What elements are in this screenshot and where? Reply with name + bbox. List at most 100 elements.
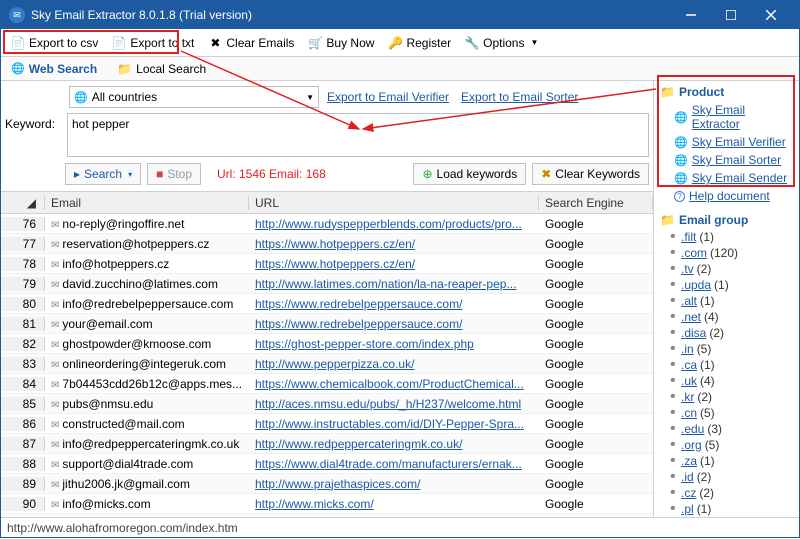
export-verifier-link[interactable]: Export to Email Verifier bbox=[327, 90, 449, 104]
table-row[interactable]: 76✉no-reply@ringoffire.nethttp://www.rud… bbox=[1, 214, 653, 234]
url-link[interactable]: http://www.latimes.com/nation/la-na-reap… bbox=[255, 277, 516, 291]
group-item[interactable]: •.edu (3) bbox=[660, 421, 793, 437]
tab-local-search[interactable]: 📁Local Search bbox=[111, 60, 212, 78]
table-row[interactable]: 83✉onlineordering@integeruk.comhttp://ww… bbox=[1, 354, 653, 374]
search-button[interactable]: ▸Search▾ bbox=[65, 163, 141, 185]
table-row[interactable]: 79✉david.zucchino@latimes.comhttp://www.… bbox=[1, 274, 653, 294]
url-link[interactable]: http://www.chillipeppersandwiches.com/ bbox=[255, 517, 466, 518]
group-item[interactable]: •.filt (1) bbox=[660, 229, 793, 245]
product-item[interactable]: ?Help document bbox=[660, 187, 793, 205]
row-search-engine: Google bbox=[539, 357, 653, 371]
group-item[interactable]: •.ca (1) bbox=[660, 357, 793, 373]
row-search-engine: Google bbox=[539, 377, 653, 391]
register-button[interactable]: 🔑Register bbox=[382, 33, 457, 53]
group-item[interactable]: •.com (120) bbox=[660, 245, 793, 261]
bullet-icon: • bbox=[670, 328, 678, 338]
group-item[interactable]: •.kr (2) bbox=[660, 389, 793, 405]
product-item[interactable]: 🌐Sky Email Extractor bbox=[660, 101, 793, 133]
options-button[interactable]: 🔧Options▼ bbox=[459, 33, 544, 53]
stop-button[interactable]: ■Stop bbox=[147, 163, 201, 185]
table-row[interactable]: 91✉info@chillipeppersandwiches.comhttp:/… bbox=[1, 514, 653, 517]
group-item[interactable]: •.uk (4) bbox=[660, 373, 793, 389]
group-item[interactable]: •.net (4) bbox=[660, 309, 793, 325]
group-ext: .uk bbox=[681, 374, 697, 388]
col-url[interactable]: URL bbox=[249, 196, 539, 210]
url-link[interactable]: https://www.hotpeppers.cz/en/ bbox=[255, 237, 415, 251]
bullet-icon: • bbox=[670, 264, 678, 274]
group-panel-title: Email group bbox=[679, 213, 748, 227]
table-row[interactable]: 85✉pubs@nmsu.eduhttp://aces.nmsu.edu/pub… bbox=[1, 394, 653, 414]
table-row[interactable]: 90✉info@micks.comhttp://www.micks.com/Go… bbox=[1, 494, 653, 514]
row-number: 83 bbox=[1, 357, 45, 371]
url-link[interactable]: http://www.instructables.com/id/DIY-Pepp… bbox=[255, 417, 524, 431]
close-button[interactable] bbox=[751, 1, 791, 29]
product-item-label: Sky Email Sorter bbox=[692, 153, 781, 167]
table-row[interactable]: 81✉your@email.comhttps://www.redrebelpep… bbox=[1, 314, 653, 334]
export-txt-label: Export to txt bbox=[130, 36, 194, 50]
tab-web-search[interactable]: 🌐Web Search bbox=[5, 60, 103, 78]
group-item[interactable]: •.org (5) bbox=[660, 437, 793, 453]
table-row[interactable]: 88✉support@dial4trade.comhttps://www.dia… bbox=[1, 454, 653, 474]
url-link[interactable]: https://www.redrebelpeppersauce.com/ bbox=[255, 317, 462, 331]
col-email[interactable]: Email bbox=[45, 196, 249, 210]
url-link[interactable]: https://ghost-pepper-store.com/index.php bbox=[255, 337, 474, 351]
row-email: ✉support@dial4trade.com bbox=[45, 457, 249, 471]
table-row[interactable]: 89✉jithu2006.jk@gmail.comhttp://www.praj… bbox=[1, 474, 653, 494]
url-link[interactable]: https://www.chemicalbook.com/ProductChem… bbox=[255, 377, 524, 391]
country-value: All countries bbox=[92, 90, 302, 104]
envelope-icon: ✉ bbox=[51, 280, 59, 291]
group-item[interactable]: •.in (5) bbox=[660, 341, 793, 357]
url-link[interactable]: http://www.prajethaspices.com/ bbox=[255, 477, 420, 491]
group-item[interactable]: •.pl (1) bbox=[660, 501, 793, 517]
product-item[interactable]: 🌐Sky Email Sender bbox=[660, 169, 793, 187]
group-item[interactable]: •.tv (2) bbox=[660, 261, 793, 277]
group-item[interactable]: •.upda (1) bbox=[660, 277, 793, 293]
table-row[interactable]: 87✉info@redpeppercateringmk.co.ukhttp://… bbox=[1, 434, 653, 454]
folder-icon: 📁 bbox=[660, 85, 675, 99]
grid-body[interactable]: 76✉no-reply@ringoffire.nethttp://www.rud… bbox=[1, 214, 653, 517]
url-link[interactable]: http://www.pepperpizza.co.uk/ bbox=[255, 357, 414, 371]
table-row[interactable]: 82✉ghostpowder@kmoose.comhttps://ghost-p… bbox=[1, 334, 653, 354]
wrench-icon: 🔧 bbox=[465, 36, 479, 50]
export-csv-button[interactable]: 📄Export to csv bbox=[5, 33, 104, 53]
minimize-button[interactable] bbox=[671, 1, 711, 29]
group-item[interactable]: •.za (1) bbox=[660, 453, 793, 469]
group-ext: .edu bbox=[681, 422, 704, 436]
product-item[interactable]: 🌐Sky Email Verifier bbox=[660, 133, 793, 151]
keyword-input[interactable] bbox=[67, 113, 649, 157]
url-link[interactable]: http://www.redpeppercateringmk.co.uk/ bbox=[255, 437, 462, 451]
col-number[interactable]: ◢ bbox=[1, 196, 45, 210]
group-item[interactable]: •.cn (5) bbox=[660, 405, 793, 421]
export-txt-button[interactable]: 📄Export to txt bbox=[106, 33, 200, 53]
group-item[interactable]: •.alt (1) bbox=[660, 293, 793, 309]
country-select[interactable]: 🌐 All countries ▼ bbox=[69, 86, 319, 108]
clear-keywords-button[interactable]: ✖Clear Keywords bbox=[532, 163, 649, 185]
table-row[interactable]: 86✉constructed@mail.comhttp://www.instru… bbox=[1, 414, 653, 434]
url-link[interactable]: http://www.rudyspepperblends.com/product… bbox=[255, 217, 522, 231]
tab-local-search-label: Local Search bbox=[136, 62, 206, 76]
table-row[interactable]: 80✉info@redrebelpeppersauce.comhttps://w… bbox=[1, 294, 653, 314]
url-link[interactable]: http://www.micks.com/ bbox=[255, 497, 374, 511]
url-link[interactable]: http://aces.nmsu.edu/pubs/_h/H237/welcom… bbox=[255, 397, 521, 411]
group-item[interactable]: •.id (2) bbox=[660, 469, 793, 485]
group-item[interactable]: •.cz (2) bbox=[660, 485, 793, 501]
chevron-down-icon: ▼ bbox=[306, 93, 314, 102]
load-keywords-button[interactable]: ⊕Load keywords bbox=[413, 163, 526, 185]
table-row[interactable]: 77✉reservation@hotpeppers.czhttps://www.… bbox=[1, 234, 653, 254]
url-link[interactable]: https://www.dial4trade.com/manufacturers… bbox=[255, 457, 522, 471]
col-search-engine[interactable]: Search Engine bbox=[539, 196, 653, 210]
product-item[interactable]: 🌐Sky Email Sorter bbox=[660, 151, 793, 169]
table-row[interactable]: 84✉7b04453cdd26b12c@apps.mes...https://w… bbox=[1, 374, 653, 394]
row-url: https://ghost-pepper-store.com/index.php bbox=[249, 337, 539, 351]
maximize-button[interactable] bbox=[711, 1, 751, 29]
export-sorter-link[interactable]: Export to Email Sorter bbox=[461, 90, 578, 104]
group-item[interactable]: •.disa (2) bbox=[660, 325, 793, 341]
url-link[interactable]: https://www.hotpeppers.cz/en/ bbox=[255, 257, 415, 271]
product-panel-title: Product bbox=[679, 85, 724, 99]
row-url: http://www.redpeppercateringmk.co.uk/ bbox=[249, 437, 539, 451]
url-link[interactable]: https://www.redrebelpeppersauce.com/ bbox=[255, 297, 462, 311]
table-row[interactable]: 78✉info@hotpeppers.czhttps://www.hotpepp… bbox=[1, 254, 653, 274]
buy-now-button[interactable]: 🛒Buy Now bbox=[302, 33, 380, 53]
clear-emails-button[interactable]: ✖Clear Emails bbox=[202, 33, 300, 53]
folder-icon: 📁 bbox=[660, 213, 675, 227]
